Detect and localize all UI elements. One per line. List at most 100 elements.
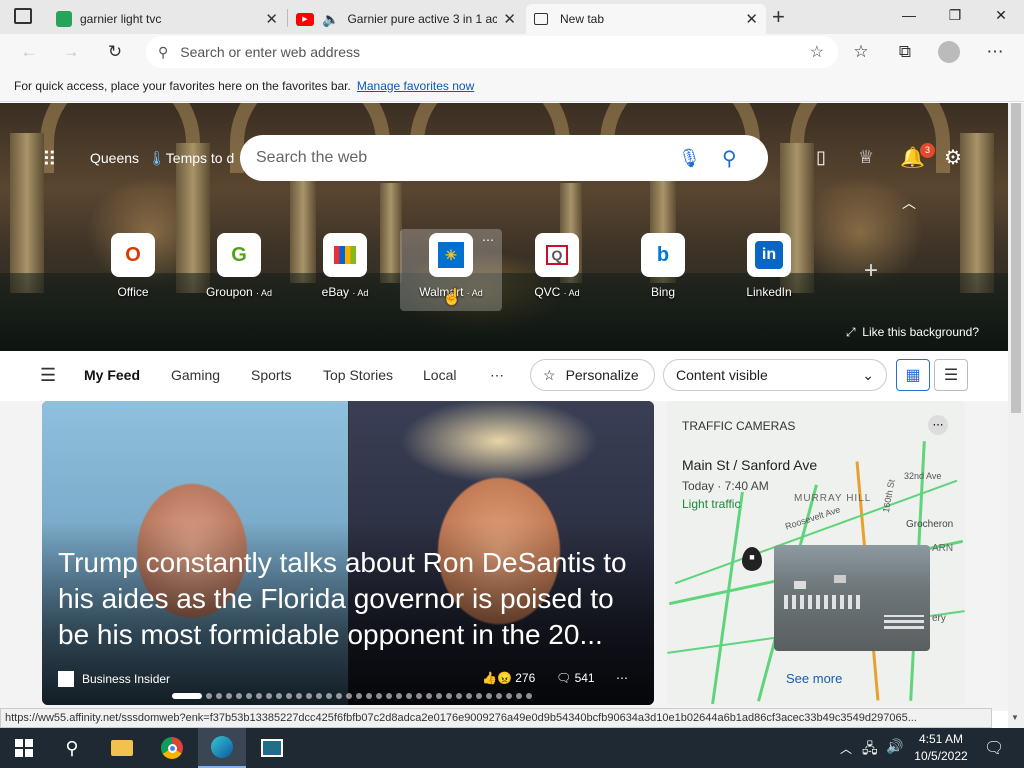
notification-center-icon[interactable]: 🗨 [984,738,1004,758]
tile-linkedin[interactable]: in LinkedIn [724,233,814,309]
nav-top-stories[interactable]: Top Stories [323,367,393,383]
grid-view-button[interactable]: ▦ [896,359,930,391]
phone-icon[interactable]: ▯ [816,147,826,168]
tile-walmart[interactable]: ✳ Walmart · Ad ⋯ ☝ [400,229,502,311]
audio-icon[interactable]: 🔈 [322,11,339,28]
ebay-icon [323,233,367,277]
comment-icon: 🗨 [556,671,572,685]
favorites-icon[interactable]: ☆ [846,38,876,66]
article-source[interactable]: Business Insider [58,671,170,687]
edge-icon[interactable] [198,728,246,768]
nav-local[interactable]: Local [423,367,456,383]
profile-avatar[interactable] [934,38,964,66]
tile-label: LinkedIn [746,285,792,299]
chevron-down-icon: ⌄ [862,366,874,383]
comments[interactable]: 🗨 541 [556,671,595,685]
refresh-icon[interactable]: ↻ [100,38,130,66]
rewards-icon[interactable]: ♕ [858,147,874,168]
camera-snapshot[interactable] [774,545,930,651]
add-favorite-icon[interactable]: ☆ [810,42,824,62]
thermometer-icon: 🌡 [148,150,166,166]
windows-start-icon[interactable] [0,728,48,768]
collections-icon[interactable]: ⧉ [890,38,920,66]
map-label: Grocheron [906,519,954,530]
search-icon[interactable]: ⚲ [722,146,737,171]
content-visible-dropdown[interactable]: Content visible ⌄ [663,359,887,391]
restore-button[interactable]: ❐ [932,0,978,30]
close-window-button[interactable]: ✕ [978,0,1024,30]
tile-label: Groupon [205,285,253,299]
reactions[interactable]: 👍😠 276 [482,671,535,685]
apps-launcher-icon[interactable]: ⠿ [42,147,57,172]
show-hidden-icons[interactable]: ︿ [840,740,852,757]
tile-label: Office [117,285,149,299]
list-view-button[interactable]: ☰ [934,359,968,391]
tile-qvc[interactable]: Q QVC · Ad [512,233,602,309]
file-explorer-icon[interactable] [98,728,146,768]
clock[interactable]: 4:51 AM 10/5/2022 [906,731,976,765]
status-url-bar: https://ww55.affinity.net/sssdomweb?enk=… [0,708,992,728]
tile-groupon[interactable]: G Groupon · Ad [194,233,284,309]
scroll-down-icon[interactable]: ▼ [1011,713,1019,722]
article-more-icon[interactable]: ⋯ [616,671,628,685]
traffic-location: Main St / Sanford Ave [682,457,818,473]
settings-icon[interactable]: ⚙ [944,145,962,170]
volume-icon[interactable]: 🔊 [886,738,903,755]
hero-article-card[interactable]: Trump constantly talks about Ron DeSanti… [42,401,654,705]
carousel-dots[interactable] [172,693,532,699]
see-more-link[interactable]: See more [786,671,842,686]
menu-icon[interactable]: ☰ [40,365,56,386]
tile-office[interactable]: O Office [88,233,178,309]
traffic-more-icon[interactable]: ⋯ [928,415,948,435]
forward-icon[interactable]: → [56,38,86,66]
mouse-cursor-icon: ☝ [442,289,462,306]
search-icon[interactable]: ⚲ [48,728,96,768]
youtube-icon: ▶ [296,12,314,26]
scrollbar-thumb[interactable] [1011,103,1021,413]
page-scrollbar[interactable]: ▲ ▼ [1008,103,1024,728]
tab-strip: garnier light tvc ✕ ▶ 🔈 Garnier pure act… [0,0,1024,34]
tab-new-tab[interactable]: New tab ✕ [526,4,766,34]
minimize-button[interactable]: — [886,0,932,30]
tab-actions-icon[interactable] [14,8,32,24]
more-options-icon[interactable]: ⋯ [980,38,1010,66]
nav-sports[interactable]: Sports [251,367,291,383]
location-label[interactable]: Queens [90,150,139,166]
new-tab-button[interactable]: + [772,4,785,30]
map-pin-icon[interactable]: ■ [742,547,762,571]
microphone-icon[interactable]: 🎙 [678,148,701,169]
map-label: 160th St [880,478,897,514]
tab-garnier[interactable]: garnier light tvc ✕ [48,4,286,34]
nav-my-feed[interactable]: My Feed [84,367,140,383]
article-headline[interactable]: Trump constantly talks about Ron DeSanti… [58,545,648,653]
address-bar[interactable]: ⚲ Search or enter web address ☆ [146,36,838,68]
nav-more-icon[interactable]: ⋯ [490,367,504,384]
traffic-cameras-card[interactable]: TRAFFIC CAMERAS ⋯ Main St / Sanford Ave … [666,401,966,705]
tile-label: Bing [650,285,676,299]
like-background-button[interactable]: ⤢ Like this background? [846,325,979,340]
close-icon[interactable]: ✕ [745,10,758,28]
office-icon: O [111,233,155,277]
app-icon[interactable] [248,728,296,768]
tab-youtube[interactable]: ▶ 🔈 Garnier pure active 3 in 1 ac ✕ [288,4,524,34]
nav-gaming[interactable]: Gaming [171,367,220,383]
add-tile-button[interactable]: + [864,257,878,285]
tile-ebay[interactable]: eBay · Ad [300,233,390,309]
web-search-box[interactable]: Search the web 🎙 ⚲ [240,135,768,181]
weather-label[interactable]: 🌡Temps to d [148,150,234,167]
taskbar: ⚲ ︿ 🖧 🔊 4:51 AM 10/5/2022 🗨 [0,728,1024,768]
manage-favorites-link[interactable]: Manage favorites now [357,79,474,93]
search-icon: ⚲ [158,43,169,60]
tile-more-icon[interactable]: ⋯ [482,233,494,247]
bing-icon: b [641,233,685,277]
tile-bing[interactable]: b Bing [618,233,708,309]
personalize-button[interactable]: ☆ Personalize [530,359,655,391]
network-icon[interactable]: 🖧 [862,738,878,762]
source-logo [58,671,74,687]
close-icon[interactable]: ✕ [265,10,278,28]
collapse-chevron-icon[interactable]: ︿ [902,193,916,213]
back-icon[interactable]: ← [14,38,44,66]
chrome-icon[interactable] [148,728,196,768]
close-icon[interactable]: ✕ [503,10,516,28]
walmart-icon: ✳ [429,233,473,277]
